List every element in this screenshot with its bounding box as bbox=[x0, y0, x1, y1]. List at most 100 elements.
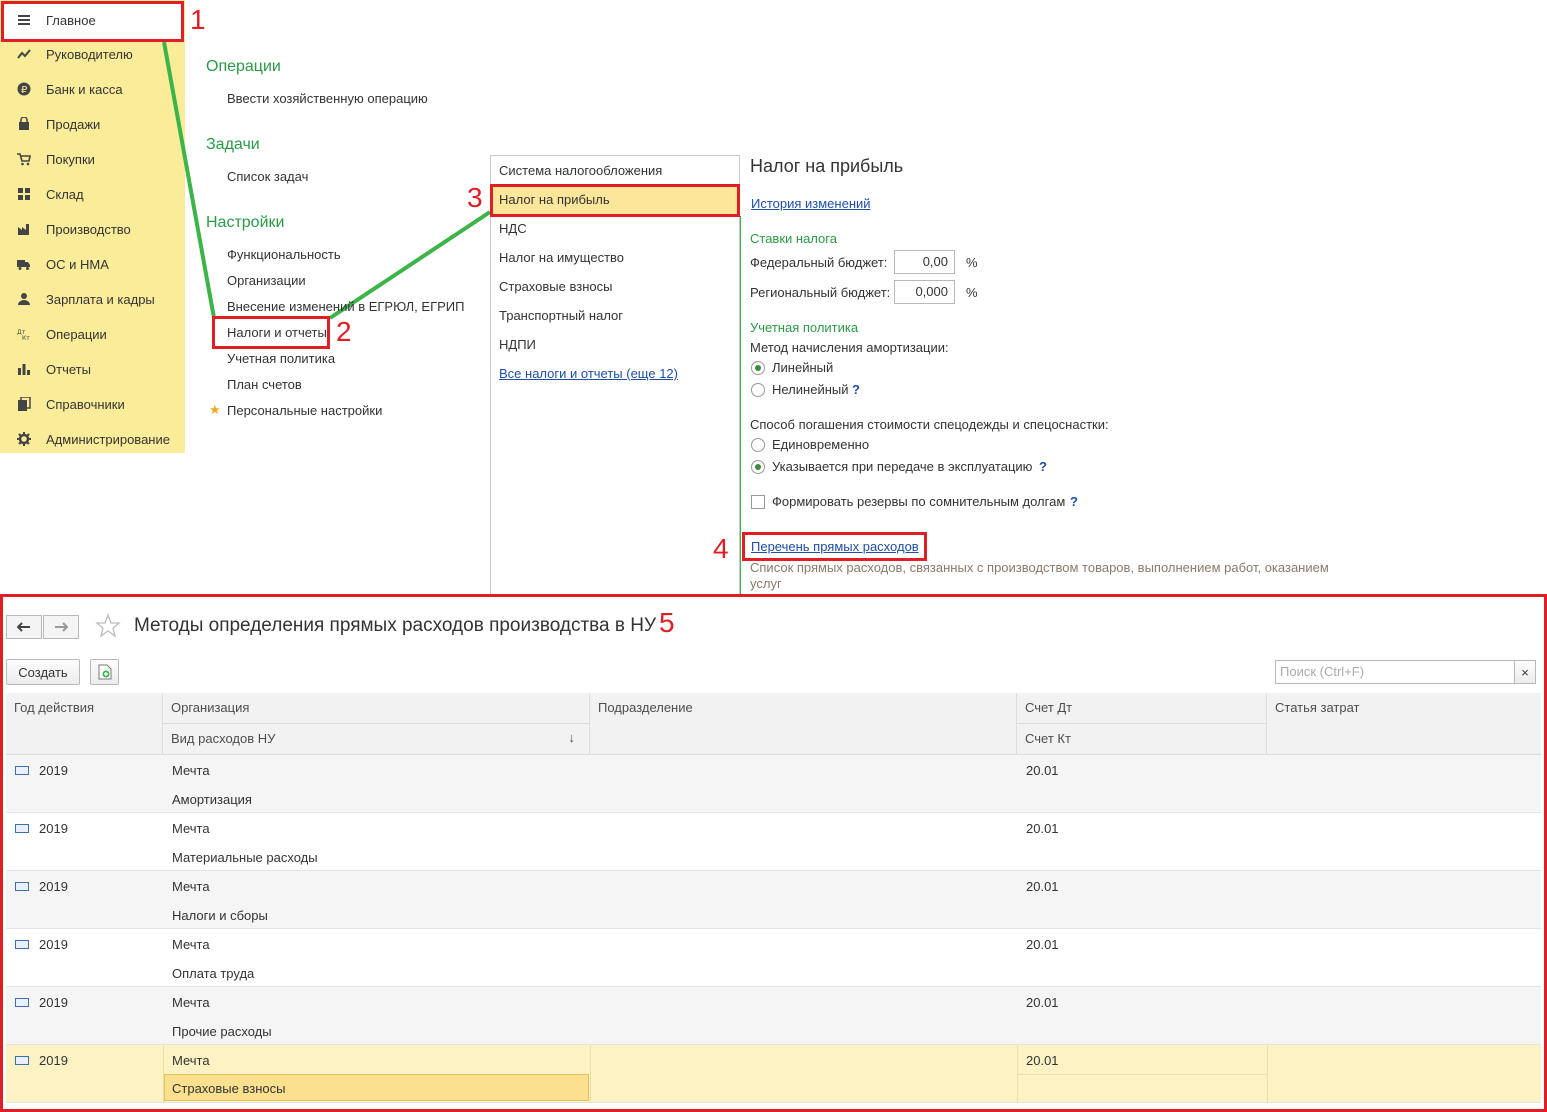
record-icon bbox=[15, 940, 29, 949]
annotation-box-2 bbox=[212, 316, 330, 349]
arrow-left-icon bbox=[17, 622, 30, 632]
table-row[interactable]: 2019 Мечта Оплата труда 20.01 bbox=[6, 929, 1541, 987]
direct-costs-window: Методы определения прямых расходов произ… bbox=[0, 594, 1547, 1112]
cell-organization: Мечта bbox=[172, 879, 210, 894]
cell-year: 2019 bbox=[39, 821, 68, 836]
link-task-list[interactable]: Список задач bbox=[227, 169, 308, 184]
header-account-kt[interactable]: Счет Кт bbox=[1017, 724, 1267, 755]
annotation-number-5: 5 bbox=[659, 607, 675, 638]
cell-account-dt: 20.01 bbox=[1026, 879, 1059, 894]
menu-item-property-tax[interactable]: Налог на имущество bbox=[499, 250, 624, 265]
policy-header: Учетная политика bbox=[750, 320, 859, 335]
regional-label: Региональный бюджет: bbox=[750, 285, 891, 300]
create-button[interactable]: Создать bbox=[6, 659, 80, 685]
direct-costs-table: Год действия Организация Вид расходов НУ… bbox=[6, 693, 1541, 1107]
column-divider bbox=[1267, 1045, 1268, 1103]
link-functionality[interactable]: Функциональность bbox=[227, 247, 341, 262]
cell-organization: Мечта bbox=[172, 763, 210, 778]
add-copy-button[interactable] bbox=[90, 659, 119, 685]
favorite-star-icon[interactable] bbox=[95, 613, 121, 639]
header-organization[interactable]: Организация bbox=[163, 693, 590, 724]
row-divider bbox=[1017, 1074, 1267, 1075]
help-icon[interactable]: ? bbox=[852, 382, 860, 397]
arrow-right-icon bbox=[55, 622, 68, 632]
link-organizations[interactable]: Организации bbox=[227, 273, 306, 288]
header-account-dt[interactable]: Счет Дт bbox=[1017, 693, 1267, 724]
annotation-box-4 bbox=[742, 532, 927, 561]
menu-item-vat[interactable]: НДС bbox=[499, 221, 527, 236]
cell-cost-type: Налоги и сборы bbox=[172, 908, 268, 923]
cell-organization: Мечта bbox=[172, 937, 210, 952]
on-transfer-label: Указывается при передаче в эксплуатацию bbox=[772, 459, 1033, 474]
radio-once[interactable] bbox=[751, 438, 765, 452]
table-row[interactable]: 2019 Мечта Прочие расходы 20.01 bbox=[6, 987, 1541, 1045]
sort-arrow-icon: ↓ bbox=[568, 730, 576, 745]
search-clear-button[interactable]: × bbox=[1514, 660, 1536, 684]
column-divider bbox=[590, 1045, 591, 1103]
annotation-number-1: 1 bbox=[190, 4, 206, 35]
link-change-history[interactable]: История изменений bbox=[751, 196, 871, 211]
cell-account-dt: 20.01 bbox=[1026, 937, 1059, 952]
table-row[interactable]: 2019 Мечта Амортизация 20.01 bbox=[6, 755, 1541, 813]
radio-linear[interactable] bbox=[751, 361, 765, 375]
header-cost-type[interactable]: Вид расходов НУ ↓ bbox=[163, 724, 590, 755]
link-enter-operation[interactable]: Ввести хозяйственную операцию bbox=[227, 91, 428, 106]
reserves-label: Формировать резервы по сомнительным долг… bbox=[772, 494, 1066, 509]
once-label: Единовременно bbox=[772, 437, 870, 452]
window-title: Методы определения прямых расходов произ… bbox=[134, 615, 657, 636]
header-division[interactable]: Подразделение bbox=[590, 693, 1017, 755]
annotation-number-4: 4 bbox=[713, 533, 729, 564]
table-row[interactable]: 2019 Мечта Материальные расходы 20.01 bbox=[6, 813, 1541, 871]
header-year[interactable]: Год действия bbox=[6, 693, 163, 755]
link-personal-settings[interactable]: Персональные настройки bbox=[227, 403, 382, 418]
cell-year: 2019 bbox=[39, 879, 68, 894]
help-icon[interactable]: ? bbox=[1039, 459, 1047, 474]
record-icon bbox=[15, 998, 29, 1007]
link-egrul-changes[interactable]: Внесение изменений в ЕГРЮЛ, ЕГРИП bbox=[227, 299, 464, 314]
record-icon bbox=[15, 882, 29, 891]
cell-account-dt: 20.01 bbox=[1026, 821, 1059, 836]
regional-rate-input[interactable]: 0,000 bbox=[894, 280, 955, 304]
cell-organization: Мечта bbox=[172, 995, 210, 1010]
federal-label: Федеральный бюджет: bbox=[750, 255, 888, 270]
link-all-taxes[interactable]: Все налоги и отчеты (еще 12) bbox=[499, 366, 678, 381]
cell-year: 2019 bbox=[39, 1053, 68, 1068]
section-title-operations: Операции bbox=[206, 58, 281, 75]
workwear-label: Способ погашения стоимости спецодежды и … bbox=[750, 417, 1109, 432]
forward-button[interactable] bbox=[43, 615, 79, 639]
menu-item-insurance[interactable]: Страховые взносы bbox=[499, 279, 612, 294]
federal-rate-input[interactable]: 0,00 bbox=[894, 250, 955, 274]
cell-organization: Мечта bbox=[172, 821, 210, 836]
search-input[interactable]: Поиск (Ctrl+F) bbox=[1275, 660, 1515, 684]
link-accounting-policy[interactable]: Учетная политика bbox=[227, 351, 335, 366]
cell-account-dt: 20.01 bbox=[1026, 763, 1059, 778]
header-cost-article[interactable]: Статья затрат bbox=[1267, 693, 1541, 755]
radio-nonlinear[interactable] bbox=[751, 383, 765, 397]
menu-item-ndpi[interactable]: НДПИ bbox=[499, 337, 536, 352]
cell-organization: Мечта bbox=[172, 1053, 210, 1068]
cell-cost-type: Прочие расходы bbox=[172, 1024, 272, 1039]
direct-costs-description: Список прямых расходов, связанных с прои… bbox=[750, 560, 1329, 591]
table-row[interactable]: 2019 Мечта Налоги и сборы 20.01 bbox=[6, 871, 1541, 929]
header-cost-type-label: Вид расходов НУ bbox=[171, 731, 276, 746]
link-chart-of-accounts[interactable]: План счетов bbox=[227, 377, 302, 392]
cell-cost-type: Материальные расходы bbox=[172, 850, 318, 865]
linear-label: Линейный bbox=[772, 360, 834, 375]
cell-cost-type: Оплата труда bbox=[172, 966, 255, 981]
rates-header: Ставки налога bbox=[750, 231, 837, 246]
record-icon bbox=[15, 1056, 29, 1065]
cell-account-dt: 20.01 bbox=[1026, 995, 1059, 1010]
cell-year: 2019 bbox=[39, 937, 68, 952]
menu-item-tax-system[interactable]: Система налогообложения bbox=[499, 163, 662, 178]
cell-cost-type: Амортизация bbox=[172, 792, 252, 807]
cell-cost-type[interactable]: Страховые взносы bbox=[172, 1081, 285, 1096]
back-button[interactable] bbox=[6, 615, 42, 639]
nonlinear-label: Нелинейный bbox=[772, 382, 849, 397]
table-row-selected[interactable]: 2019 Мечта Страховые взносы 20.01 bbox=[6, 1045, 1541, 1103]
taxes-menu-list: Система налогообложения Налог на прибыль… bbox=[490, 155, 740, 595]
radio-on-transfer[interactable] bbox=[751, 460, 765, 474]
reserves-checkbox[interactable] bbox=[751, 495, 765, 509]
cell-year: 2019 bbox=[39, 763, 68, 778]
menu-item-transport-tax[interactable]: Транспортный налог bbox=[499, 308, 623, 323]
help-icon[interactable]: ? bbox=[1070, 494, 1078, 509]
